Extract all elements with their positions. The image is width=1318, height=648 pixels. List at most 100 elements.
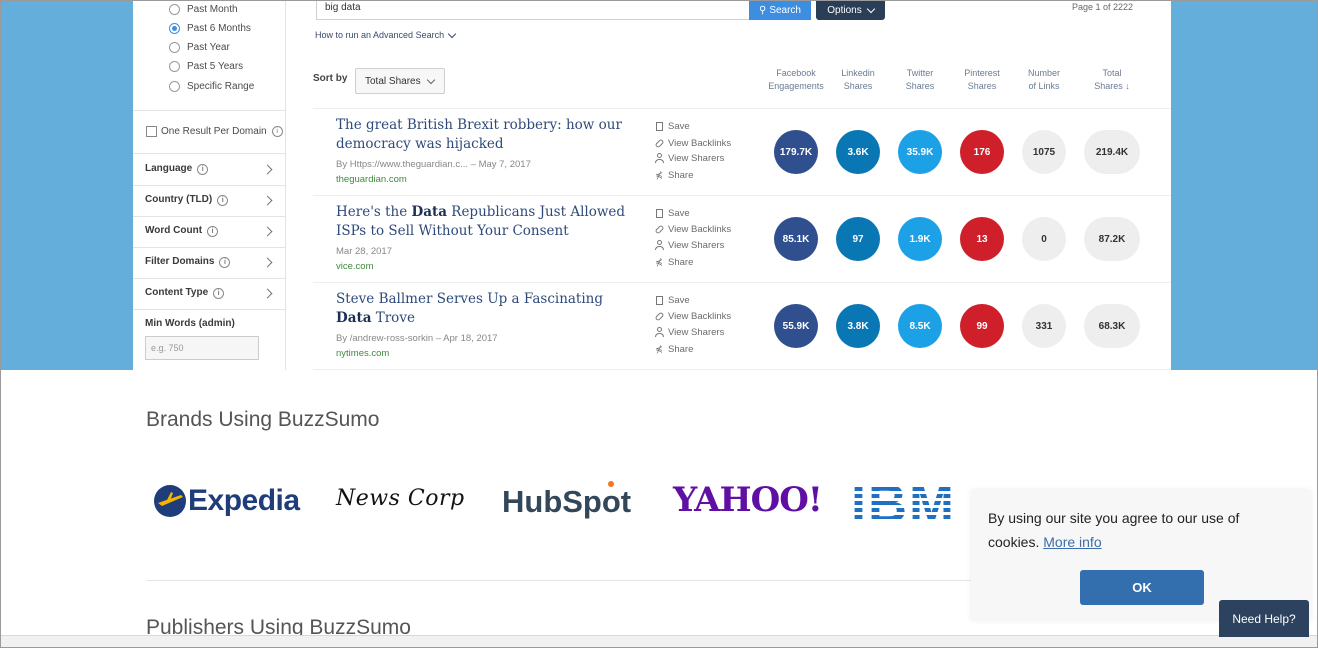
cookie-text: By using our site you agree to our use o… xyxy=(988,510,1240,550)
result-title-link[interactable]: Steve Ballmer Serves Up a Fascinating Da… xyxy=(336,290,636,328)
filter-label: Language xyxy=(145,163,193,174)
date-option-specific-range[interactable]: Specific Range xyxy=(169,77,254,95)
number-of-links-bubble[interactable]: 331 xyxy=(1022,304,1066,348)
action-label: View Sharers xyxy=(668,326,725,338)
result-domain-link[interactable]: nytimes.com xyxy=(336,348,389,359)
date-option-label: Past 6 Months xyxy=(187,22,251,34)
date-option-past-year[interactable]: Past Year xyxy=(169,38,230,56)
filter-country[interactable]: Country (TLD) i xyxy=(145,185,275,215)
info-icon[interactable]: i xyxy=(207,226,219,237)
pinterest-shares-bubble[interactable]: 13 xyxy=(960,217,1004,261)
hubspot-logo: HubSpot xyxy=(502,481,631,520)
filter-label: Filter Domains xyxy=(145,256,215,267)
pinterest-shares-bubble[interactable]: 99 xyxy=(960,304,1004,348)
view-backlinks-action[interactable]: View Backlinks xyxy=(654,222,731,236)
linkedin-shares-bubble[interactable]: 3.8K xyxy=(836,304,880,348)
one-result-per-domain-option[interactable]: One Result Per Domain i xyxy=(146,126,283,137)
need-help-button[interactable]: Need Help? xyxy=(1219,600,1309,637)
view-sharers-action[interactable]: View Sharers xyxy=(654,238,724,252)
view-sharers-action[interactable]: View Sharers xyxy=(654,151,724,165)
column-header-pinterest[interactable]: Pinterest Shares xyxy=(949,67,1015,93)
column-header-twitter[interactable]: Twitter Shares xyxy=(887,67,953,93)
save-action[interactable]: Save xyxy=(654,119,690,133)
filter-content-type[interactable]: Content Type i xyxy=(145,278,275,308)
search-input[interactable]: big data xyxy=(316,0,750,20)
action-label: View Backlinks xyxy=(668,223,732,235)
action-label: Share xyxy=(668,343,694,355)
result-title-highlight: Data xyxy=(411,204,447,220)
row-divider xyxy=(313,369,1171,370)
column-header-links[interactable]: Number of Links xyxy=(1011,67,1077,93)
info-icon[interactable]: i xyxy=(213,288,225,299)
hubspot-sprocket-icon xyxy=(608,481,615,487)
cookie-ok-button[interactable]: OK xyxy=(1080,570,1204,605)
filter-domains[interactable]: Filter Domains i xyxy=(145,247,275,277)
sort-select[interactable]: Total Shares xyxy=(355,68,445,94)
twitter-shares-bubble[interactable]: 1.9K xyxy=(898,217,942,261)
facebook-engagements-bubble[interactable]: 55.9K xyxy=(774,304,818,348)
view-backlinks-action[interactable]: View Backlinks xyxy=(654,136,731,150)
view-sharers-action[interactable]: View Sharers xyxy=(654,325,724,339)
chevron-right-icon xyxy=(262,226,273,236)
twitter-shares-bubble[interactable]: 35.9K xyxy=(898,130,942,174)
date-option-past-5-years[interactable]: Past 5 Years xyxy=(169,57,243,75)
result-title-text: Trove xyxy=(371,310,415,326)
share-action[interactable]: ⋠ Share xyxy=(654,168,693,182)
info-icon[interactable]: i xyxy=(271,126,283,137)
radio-button[interactable] xyxy=(169,80,180,92)
radio-button[interactable] xyxy=(169,41,180,53)
share-action[interactable]: ⋠ Share xyxy=(654,342,693,356)
result-domain-link[interactable]: theguardian.com xyxy=(336,174,407,185)
radio-button[interactable] xyxy=(169,22,180,34)
linkedin-shares-bubble[interactable]: 3.6K xyxy=(836,130,880,174)
number-of-links-bubble[interactable]: 1075 xyxy=(1022,130,1066,174)
radio-button[interactable] xyxy=(169,60,180,72)
column-header-line: Twitter xyxy=(906,68,934,78)
date-option-past-6-months[interactable]: Past 6 Months xyxy=(169,19,251,37)
link-icon xyxy=(654,311,664,321)
share-action[interactable]: ⋠ Share xyxy=(654,255,693,269)
filter-label: Content Type xyxy=(145,287,209,298)
expedia-globe-icon xyxy=(154,485,186,517)
one-result-per-domain-checkbox[interactable] xyxy=(146,126,157,137)
column-header-line: Shares xyxy=(967,81,997,91)
options-button[interactable]: Options xyxy=(816,0,885,20)
column-header-line: Linkedin xyxy=(841,68,875,78)
result-title-link[interactable]: Here's the Data Republicans Just Allowed… xyxy=(336,203,636,241)
info-icon[interactable]: i xyxy=(197,164,209,175)
facebook-engagements-bubble[interactable]: 85.1K xyxy=(774,217,818,261)
linkedin-shares-bubble[interactable]: 97 xyxy=(836,217,880,261)
column-header-linkedin[interactable]: Linkedin Shares xyxy=(825,67,891,93)
news-corp-wordmark: News Corp xyxy=(336,486,465,511)
action-label: Save xyxy=(668,120,690,132)
advanced-search-link[interactable]: How to run an Advanced Search xyxy=(315,29,457,40)
filter-word-count[interactable]: Word Count i xyxy=(145,216,275,246)
cookie-message: By using our site you agree to our use o… xyxy=(988,506,1288,554)
facebook-engagements-bubble[interactable]: 179.7K xyxy=(774,130,818,174)
column-header-facebook[interactable]: Facebook Engagements xyxy=(763,67,829,93)
action-label: View Sharers xyxy=(668,239,725,251)
cookie-more-info-link[interactable]: More info xyxy=(1043,534,1101,550)
column-header-total[interactable]: Total Shares ↓ xyxy=(1079,67,1145,93)
action-label: View Backlinks xyxy=(668,137,732,149)
result-title-link[interactable]: The great British Brexit robbery: how ou… xyxy=(336,116,636,154)
yahoo-logo: YAHOO! xyxy=(673,480,823,520)
save-action[interactable]: Save xyxy=(654,293,690,307)
info-icon[interactable]: i xyxy=(219,257,231,268)
radio-button[interactable] xyxy=(169,3,180,15)
date-option-past-month[interactable]: Past Month xyxy=(169,0,238,18)
info-icon[interactable]: i xyxy=(217,195,229,206)
pinterest-shares-bubble[interactable]: 176 xyxy=(960,130,1004,174)
search-button[interactable]: ⚲ Search xyxy=(749,0,811,20)
save-action[interactable]: Save xyxy=(654,206,690,220)
view-backlinks-action[interactable]: View Backlinks xyxy=(654,309,731,323)
bookmark-icon xyxy=(654,295,664,305)
twitter-shares-bubble[interactable]: 8.5K xyxy=(898,304,942,348)
filter-language[interactable]: Language i xyxy=(145,154,275,184)
number-of-links-bubble[interactable]: 0 xyxy=(1022,217,1066,261)
min-words-input[interactable]: e.g. 750 xyxy=(145,336,259,360)
total-shares-bubble: 87.2K xyxy=(1084,217,1140,261)
result-domain-link[interactable]: vice.com xyxy=(336,261,373,272)
min-words-label: Min Words (admin) xyxy=(145,318,235,329)
section-divider xyxy=(146,580,976,581)
